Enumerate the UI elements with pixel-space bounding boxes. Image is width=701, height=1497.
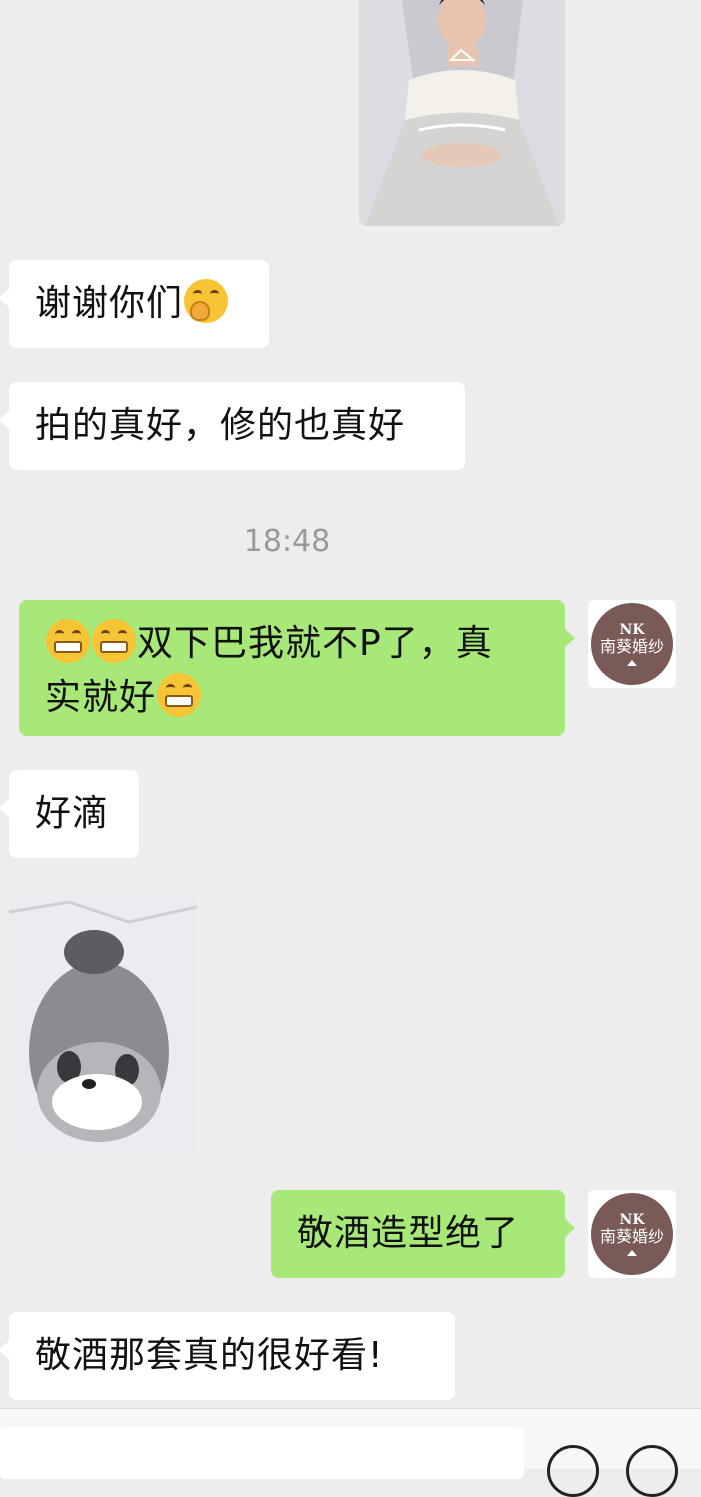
message-bubble-sent[interactable]: 双下巴我就不P了，真 实就好 bbox=[19, 600, 575, 736]
message-text: 敬酒造型绝了 bbox=[297, 1213, 520, 1254]
avatar[interactable]: NK 南葵婚纱 bbox=[588, 600, 676, 688]
avatar-brand-name: 南葵婚纱 bbox=[599, 636, 664, 656]
emoji-icon[interactable] bbox=[547, 1445, 599, 1497]
message-text: 实就好 bbox=[45, 677, 157, 718]
message-text: 拍的真好，修的也真好 bbox=[35, 405, 406, 446]
chat-timestamp: 18:48 bbox=[243, 524, 331, 559]
message-bubble-received[interactable]: 敬酒那套真的很好看! bbox=[0, 1312, 455, 1400]
face-with-hand-over-mouth-emoji-icon bbox=[184, 279, 229, 323]
avatar-logo-mark: NK bbox=[619, 621, 645, 638]
message-input[interactable] bbox=[0, 1427, 524, 1479]
message-bubble-received[interactable]: 拍的真好，修的也真好 bbox=[0, 382, 465, 470]
message-bubble-sent[interactable]: 敬酒造型绝了 bbox=[271, 1190, 575, 1278]
message-text: 好滴 bbox=[35, 793, 110, 834]
grinning-face-emoji-icon bbox=[92, 619, 136, 663]
avatar-logo-mark: NK bbox=[619, 1211, 645, 1228]
avatar-mountain-icon bbox=[627, 659, 637, 666]
wedding-photo-art bbox=[359, 0, 565, 226]
avatar-logo: NK 南葵婚纱 bbox=[591, 1193, 673, 1275]
message-text: 双下巴我就不P了，真 bbox=[137, 623, 493, 664]
grinning-face-emoji-icon bbox=[157, 673, 202, 717]
chat-input-bar bbox=[0, 1408, 701, 1497]
avatar-logo: NK 南葵婚纱 bbox=[591, 603, 673, 685]
wedding-photo[interactable] bbox=[359, 0, 565, 226]
message-text: 敬酒那套真的很好看! bbox=[35, 1335, 384, 1376]
grinning-face-emoji-icon bbox=[46, 619, 90, 663]
avatar-mountain-icon bbox=[627, 1249, 637, 1256]
sticker-image[interactable] bbox=[9, 892, 197, 1156]
message-line: 双下巴我就不P了，真 bbox=[45, 617, 547, 671]
avatar-brand-name: 南葵婚纱 bbox=[599, 1226, 664, 1246]
plus-circle-icon[interactable] bbox=[626, 1445, 678, 1497]
message-line: 实就好 bbox=[45, 671, 547, 725]
message-bubble-received[interactable]: 好滴 bbox=[0, 770, 139, 858]
sticker-image-art bbox=[9, 892, 197, 1156]
avatar[interactable]: NK 南葵婚纱 bbox=[588, 1190, 676, 1278]
message-bubble-received[interactable]: 谢谢你们 bbox=[0, 260, 269, 348]
message-text: 谢谢你们 bbox=[35, 283, 184, 324]
